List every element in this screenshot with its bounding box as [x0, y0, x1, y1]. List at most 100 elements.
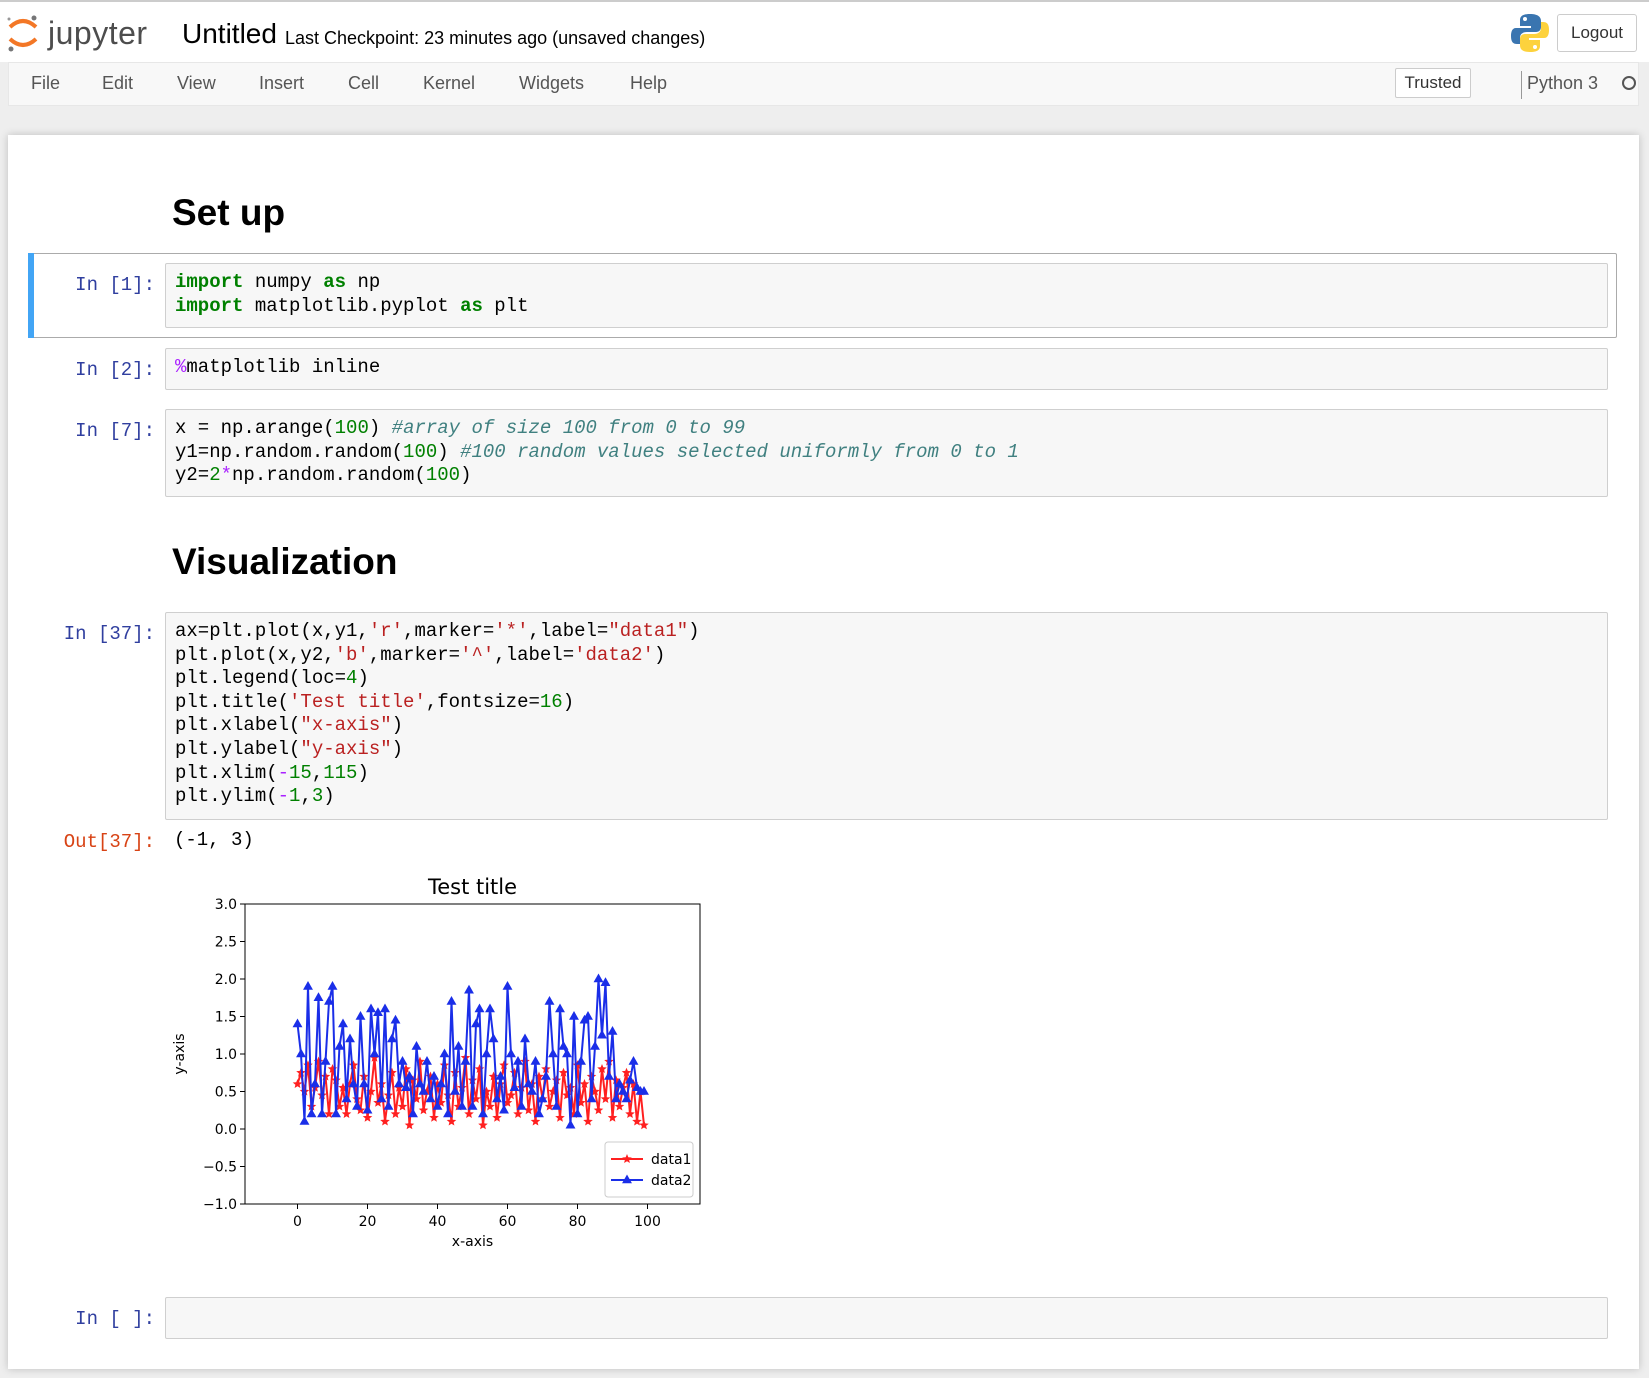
code-token: 4 [346, 667, 358, 690]
menu-widgets[interactable]: Widgets [519, 73, 584, 94]
data-point-data2 [366, 1003, 376, 1013]
data-point-data2 [597, 1029, 607, 1039]
data-point-data2 [628, 1056, 639, 1065]
code-input[interactable]: ax=plt.plot(x,y1,'r',marker='*',label="d… [165, 612, 1608, 820]
heading-visualization[interactable]: Visualization [172, 541, 398, 583]
code-token: 3 [311, 785, 324, 808]
data-point-data2 [611, 1093, 621, 1103]
data-point-data1 [429, 1112, 439, 1122]
chart-y-tick-label: 3.0 [215, 897, 237, 913]
code-token: "x-axis" [300, 714, 392, 737]
data-point-data2 [439, 1048, 450, 1058]
data-point-data1 [362, 1112, 373, 1122]
menu-help[interactable]: Help [630, 73, 667, 94]
code-token: #100 random values selected uniformly fr… [460, 440, 1019, 463]
data-point-data2 [607, 1026, 618, 1035]
header-bar: jupyter Untitled Last Checkpoint: 23 min… [0, 0, 1649, 62]
data-point-data2 [565, 1119, 576, 1129]
code-input[interactable]: %matplotlib inline [165, 348, 1608, 390]
jupyter-logo-icon [7, 15, 38, 52]
data-point-data1 [478, 1120, 488, 1130]
chart-x-tick-label: 100 [634, 1214, 661, 1230]
data-point-data1 [390, 1109, 401, 1118]
data-point-data1 [380, 1116, 390, 1126]
data-point-data2 [544, 996, 555, 1005]
data-point-data2 [555, 1003, 565, 1013]
data-point-data2 [506, 1048, 516, 1058]
data-point-data2 [306, 1108, 317, 1118]
code-token: 16 [539, 690, 563, 713]
empty-code-input[interactable] [165, 1297, 1608, 1339]
code-token: as [323, 271, 347, 293]
code-token: import [175, 271, 244, 293]
code-token: * [220, 464, 233, 487]
code-token: as [460, 294, 483, 317]
data-point-data2 [338, 1018, 348, 1028]
checkpoint-status: Last Checkpoint: 23 minutes ago (unsaved… [285, 28, 706, 48]
chart-x-tick-label: 0 [293, 1214, 302, 1230]
menu-file[interactable]: File [31, 73, 60, 94]
data-point-data1 [397, 1101, 408, 1111]
notebook-title[interactable]: Untitled [182, 18, 277, 50]
data-point-data2 [394, 1078, 404, 1088]
code-token: 100 [334, 417, 369, 439]
jupyter-logo[interactable]: jupyter [6, 12, 148, 54]
data-point-data1 [485, 1101, 495, 1111]
data-point-data2 [446, 996, 457, 1005]
data-point-data2 [411, 1041, 422, 1050]
menu-kernel[interactable]: Kernel [423, 73, 475, 94]
chart-legend: data1 data2 [604, 1141, 694, 1198]
logout-button[interactable]: Logout [1557, 14, 1637, 52]
data-point-data2 [478, 1108, 488, 1118]
data-point-data2 [530, 1056, 541, 1065]
code-input[interactable]: import numpy as np import matplotlib.pyp… [165, 263, 1608, 328]
menu-cell[interactable]: Cell [348, 73, 379, 94]
chart-x-tick-label: 20 [359, 1214, 377, 1230]
data-point-data1 [523, 1105, 534, 1115]
kernel-name[interactable]: Python 3 [1527, 73, 1598, 94]
code-input[interactable]: x = np.arange(100) #array of size 100 fr… [165, 409, 1608, 497]
data-point-data2 [474, 1003, 485, 1013]
chart-y-tick-label: −1.0 [203, 1197, 237, 1213]
code-token: #array of size 100 from 0 to 99 [391, 417, 746, 439]
code-text: x = np.arange(100) #array of size 100 fr… [175, 417, 1019, 487]
data-point-data2 [345, 1033, 355, 1043]
data-point-data2 [292, 1018, 303, 1028]
code-token: 1 [289, 785, 301, 808]
code-token: 'r' [368, 620, 404, 642]
data-point-data1 [614, 1101, 625, 1111]
code-token: '*' [494, 620, 529, 642]
data-point-data1 [639, 1120, 649, 1130]
data-point-data1 [593, 1105, 604, 1115]
code-token: '^' [460, 643, 495, 666]
menu-view[interactable]: View [177, 73, 216, 94]
data-point-data2 [492, 1093, 502, 1103]
data-point-data2 [464, 984, 474, 994]
menu-insert[interactable]: Insert [259, 73, 304, 94]
data-point-data2 [527, 1086, 537, 1095]
data-point-data2 [502, 981, 513, 990]
data-point-data2 [590, 1041, 600, 1050]
kernel-idle-icon [1622, 76, 1636, 90]
output-text: (-1, 3) [174, 829, 254, 851]
python-logo-icon [1511, 14, 1549, 52]
chart-x-tick-label: 60 [499, 1214, 517, 1230]
cell-prompt: In [37]: [63, 623, 155, 645]
cell-prompt: In [7]: [75, 420, 155, 442]
code-token: 'Test title' [289, 690, 426, 713]
data-point-data2 [488, 1033, 499, 1043]
code-text: %matplotlib inline [175, 356, 381, 378]
data-point-data1 [341, 1109, 352, 1118]
trusted-button[interactable]: Trusted [1395, 68, 1471, 98]
menu-edit[interactable]: Edit [102, 73, 133, 94]
data-point-data2 [313, 992, 324, 1002]
data-point-data2 [296, 1048, 306, 1058]
code-token: 2 [209, 464, 221, 487]
heading-setup[interactable]: Set up [172, 192, 285, 234]
data-point-data1 [600, 1094, 611, 1103]
code-token: 'data2' [574, 643, 654, 666]
data-point-data1 [464, 1109, 474, 1118]
chart-x-tick-label: 40 [429, 1214, 447, 1230]
code-token: 115 [323, 761, 358, 784]
chart-title: Test title [427, 875, 517, 899]
